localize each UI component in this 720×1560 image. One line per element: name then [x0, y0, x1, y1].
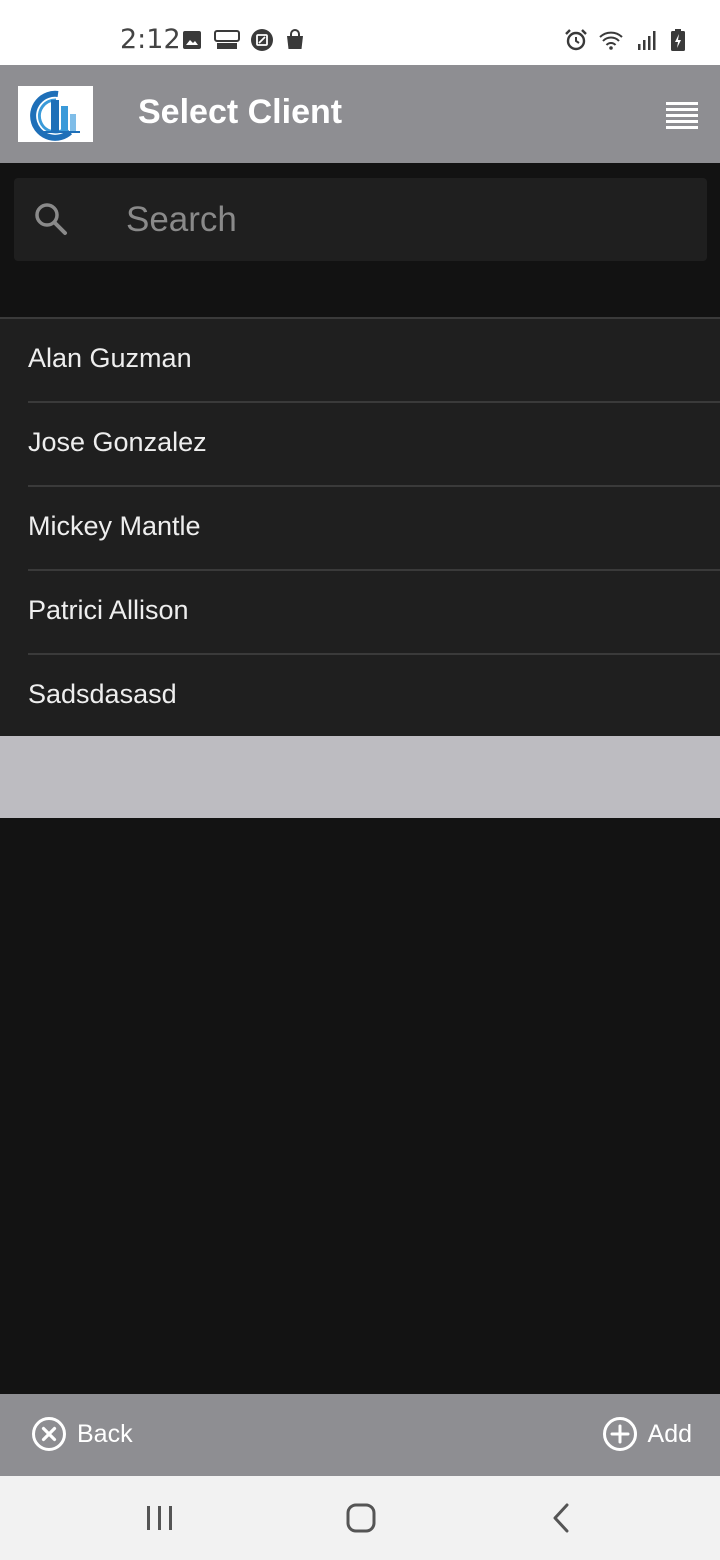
system-nav-bar	[0, 1476, 720, 1560]
back-label: Back	[77, 1419, 133, 1448]
list-footer-band	[0, 736, 720, 818]
footer-bar: Back Add	[0, 1394, 720, 1476]
status-bar: 2:12	[0, 0, 720, 65]
search-icon	[35, 203, 67, 235]
app-header: Select Client	[0, 65, 720, 163]
client-name: Sadsdasasd	[28, 679, 177, 709]
add-button[interactable]: Add	[602, 1416, 692, 1452]
home-icon[interactable]	[343, 1502, 379, 1534]
client-name: Patrici Allison	[28, 595, 189, 625]
alarm-icon	[565, 29, 587, 51]
client-name: Mickey Mantle	[28, 511, 201, 541]
search-input[interactable]	[124, 192, 684, 248]
status-left-icons	[180, 28, 307, 52]
list-item[interactable]: Mickey Mantle	[0, 487, 720, 571]
back-button[interactable]: Back	[31, 1416, 133, 1452]
back-nav-icon[interactable]	[545, 1502, 581, 1534]
shopping-bag-icon	[287, 29, 303, 49]
signal-icon	[638, 31, 656, 50]
client-name: Jose Gonzalez	[28, 427, 207, 457]
close-circle-icon	[32, 1417, 66, 1451]
image-icon	[183, 31, 201, 49]
list-item[interactable]: Alan Guzman	[0, 319, 720, 403]
status-right-icons	[564, 28, 686, 52]
status-time: 2:12	[120, 24, 181, 55]
blast-icon	[214, 30, 240, 49]
hamburger-menu-icon[interactable]	[666, 101, 698, 129]
list-item[interactable]: Sadsdasasd	[0, 655, 720, 739]
search-area	[0, 163, 720, 318]
client-list: Alan Guzman Jose Gonzalez Mickey Mantle …	[0, 317, 720, 739]
building-logo	[18, 86, 93, 142]
page-title: Select Client	[138, 93, 343, 131]
search-box[interactable]	[14, 178, 707, 261]
logo-graphic	[30, 90, 80, 141]
plus-circle-icon	[602, 1417, 637, 1451]
list-item[interactable]: Patrici Allison	[0, 571, 720, 655]
client-name: Alan Guzman	[28, 343, 192, 373]
battery-charging-icon	[671, 29, 685, 51]
add-label: Add	[647, 1419, 692, 1448]
recent-apps-icon[interactable]	[142, 1502, 178, 1534]
list-item[interactable]: Jose Gonzalez	[0, 403, 720, 487]
wifi-icon	[599, 31, 623, 50]
nfc-icon	[251, 29, 273, 51]
